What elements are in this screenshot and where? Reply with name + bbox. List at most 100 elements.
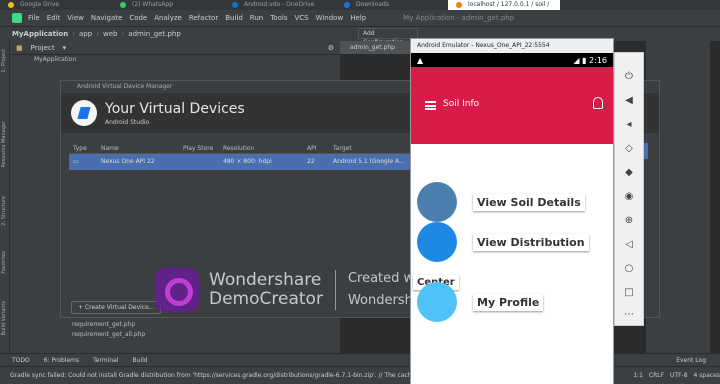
gear-icon[interactable]: ⚙ bbox=[328, 44, 334, 52]
rotate-right-icon[interactable]: ◆ bbox=[623, 167, 635, 179]
table-row[interactable]: ▭ Nexus One API 22 480 × 800: hdpi 22 An… bbox=[69, 154, 414, 170]
app-content: View Soil Details View Distribution Cent… bbox=[411, 144, 613, 384]
encoding[interactable]: UTF-8 bbox=[670, 372, 688, 379]
menu-run[interactable]: Run bbox=[250, 14, 263, 22]
menu-file[interactable]: File bbox=[28, 14, 40, 22]
list-item[interactable]: requirement_get_all.php bbox=[10, 330, 340, 340]
menu-window[interactable]: Window bbox=[316, 14, 344, 22]
android-studio-logo bbox=[71, 100, 97, 126]
chevron-right-icon: › bbox=[72, 30, 75, 38]
clock: 2:16 bbox=[589, 55, 607, 65]
menu-help[interactable]: Help bbox=[350, 14, 366, 22]
play-store-cell bbox=[183, 154, 223, 170]
tab-label: localhost / 127.0.0.1 / soil / bbox=[468, 1, 550, 8]
more-icon[interactable]: ⋯ bbox=[623, 309, 635, 321]
divider bbox=[334, 270, 336, 310]
browser-tab-strip: Google Drive (2) WhatsApp Android.vdo - … bbox=[0, 0, 720, 10]
overview-icon[interactable]: □ bbox=[623, 287, 635, 299]
menu-navigate[interactable]: Navigate bbox=[91, 14, 122, 22]
menu-build[interactable]: Build bbox=[225, 14, 243, 22]
column-header[interactable]: Resolution bbox=[223, 143, 307, 153]
menu-item-distribution[interactable]: View Distribution bbox=[417, 222, 589, 262]
tab-label: Google Drive bbox=[20, 1, 60, 8]
browser-tab[interactable]: Google Drive bbox=[0, 0, 112, 10]
emulator-toolbar: ⏻ ◀ ◂ ◇ ◆ ◉ ⊕ ◁ ○ □ ⋯ bbox=[614, 52, 644, 326]
menu-item-profile[interactable]: My Profile bbox=[417, 282, 544, 322]
view-distribution-button[interactable]: View Distribution bbox=[473, 233, 589, 251]
editor-tab[interactable]: admin_get.php bbox=[340, 41, 414, 54]
zoom-icon[interactable]: ⊕ bbox=[623, 215, 635, 227]
app-title: Soil Info bbox=[443, 99, 480, 109]
tab-label: Downloads bbox=[356, 1, 389, 8]
tool-terminal[interactable]: Terminal bbox=[93, 357, 118, 364]
watermark-brand: Wondershare bbox=[209, 270, 322, 290]
browser-tab[interactable]: Downloads bbox=[336, 0, 448, 10]
browser-tab[interactable]: Android.vdo - OneDrive bbox=[224, 0, 336, 10]
column-header[interactable]: Name bbox=[101, 143, 183, 153]
side-tab-favorites[interactable]: Favorites bbox=[1, 251, 7, 274]
menu-vcs[interactable]: VCS bbox=[294, 14, 308, 22]
android-emulator: Android Emulator - Nexus_One_API_22:5554… bbox=[410, 38, 614, 384]
side-tab-build-variants[interactable]: Build Variants bbox=[1, 301, 7, 335]
tree-root[interactable]: MyApplication bbox=[10, 55, 340, 65]
menu-analyze[interactable]: Analyze bbox=[154, 14, 182, 22]
tool-build[interactable]: Build bbox=[133, 357, 148, 364]
rotate-left-icon[interactable]: ◇ bbox=[623, 143, 635, 155]
device-table: Type Name Play Store Resolution API Targ… bbox=[69, 143, 414, 170]
project-view-selector[interactable]: Project bbox=[31, 44, 55, 52]
avd-subheading: Android Studio bbox=[105, 118, 150, 126]
device-name: Nexus One API 22 bbox=[101, 158, 155, 165]
menu-edit[interactable]: Edit bbox=[47, 14, 61, 22]
ide-menubar: File Edit View Navigate Code Analyze Ref… bbox=[0, 10, 720, 26]
event-log[interactable]: Event Log bbox=[676, 357, 706, 364]
view-soil-details-button[interactable]: View Soil Details bbox=[473, 193, 585, 211]
emulator-title: Android Emulator - Nexus_One_API_22:5554 bbox=[411, 39, 613, 53]
menu-item-soil-details[interactable]: View Soil Details bbox=[417, 182, 585, 222]
resolution-cell: 480 × 800: hdpi bbox=[223, 158, 272, 165]
list-item[interactable]: requirement_get.php bbox=[10, 320, 340, 330]
side-tab-project[interactable]: 1: Project bbox=[1, 49, 7, 73]
column-header[interactable]: API bbox=[307, 143, 333, 153]
folder-icon: ■ bbox=[16, 43, 23, 52]
app-bar: Soil Info bbox=[411, 67, 613, 144]
breadcrumb-item[interactable]: MyApplication bbox=[12, 30, 68, 38]
caret-position[interactable]: 1:1 bbox=[633, 372, 643, 379]
menu-code[interactable]: Code bbox=[129, 14, 147, 22]
phone-status-bar: ▲ ◢ ▮ 2:16 bbox=[411, 53, 613, 67]
menu-tools[interactable]: Tools bbox=[270, 14, 287, 22]
my-profile-button[interactable]: My Profile bbox=[473, 293, 544, 311]
column-header[interactable]: Type bbox=[69, 143, 101, 153]
menu-view[interactable]: View bbox=[67, 14, 84, 22]
chevron-down-icon[interactable]: ▾ bbox=[63, 44, 67, 52]
drive-icon bbox=[8, 2, 14, 8]
back-icon[interactable]: ◁ bbox=[623, 239, 635, 251]
menu-refactor[interactable]: Refactor bbox=[189, 14, 218, 22]
create-virtual-device-button[interactable]: + Create Virtual Device... bbox=[71, 301, 161, 314]
add-configuration-button[interactable]: Add Configuration... bbox=[358, 28, 418, 46]
tool-problems[interactable]: 6: Problems bbox=[44, 357, 79, 364]
android-studio-icon bbox=[12, 13, 22, 23]
download-icon bbox=[344, 2, 350, 8]
indent[interactable]: 4 spaces bbox=[694, 372, 720, 379]
menu-icon[interactable] bbox=[425, 101, 436, 110]
power-icon[interactable]: ⏻ bbox=[623, 71, 635, 83]
side-tab-resource-manager[interactable]: Resource Manager bbox=[1, 121, 7, 167]
browser-tab[interactable]: (2) WhatsApp bbox=[112, 0, 224, 10]
breadcrumb-item[interactable]: web bbox=[103, 30, 117, 38]
volume-down-icon[interactable]: ◂ bbox=[623, 119, 635, 131]
line-separator[interactable]: CRLF bbox=[649, 372, 664, 379]
signal-icon: ◢ ▮ bbox=[573, 55, 590, 65]
column-header[interactable]: Target bbox=[333, 143, 414, 153]
column-header[interactable]: Play Store bbox=[183, 143, 223, 153]
home-icon[interactable]: ○ bbox=[623, 263, 635, 275]
user-icon[interactable] bbox=[593, 97, 603, 109]
camera-icon[interactable]: ◉ bbox=[623, 191, 635, 203]
tool-todo[interactable]: TODO bbox=[12, 357, 30, 364]
breadcrumb-item[interactable]: app bbox=[79, 30, 92, 38]
breadcrumb-item[interactable]: admin_get.php bbox=[128, 30, 180, 38]
avd-heading: Your Virtual Devices bbox=[105, 100, 245, 117]
side-tab-structure[interactable]: 2: Structure bbox=[1, 196, 7, 226]
volume-up-icon[interactable]: ◀ bbox=[623, 95, 635, 107]
phone-device-icon: ▭ bbox=[73, 158, 79, 165]
browser-tab[interactable]: localhost / 127.0.0.1 / soil / bbox=[448, 0, 560, 10]
